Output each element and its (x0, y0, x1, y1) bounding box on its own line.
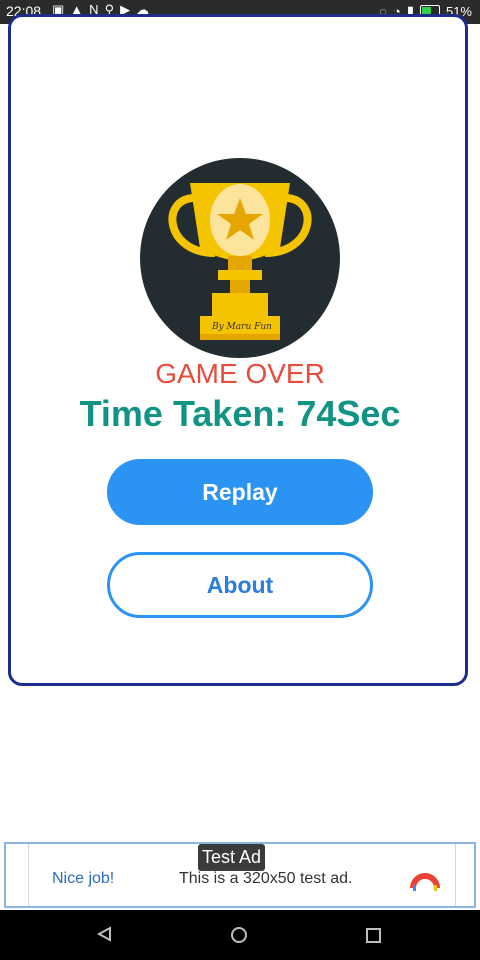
back-icon[interactable] (96, 926, 112, 942)
ad-description: This is a 320x50 test ad. (179, 870, 353, 887)
ad-nice-text: Nice job! (52, 870, 115, 887)
about-button[interactable]: About (107, 552, 373, 618)
replay-button-label: Replay (202, 478, 278, 505)
trophy-caption: By Maru Fun (212, 322, 272, 332)
about-button-label: About (206, 571, 274, 598)
navigation-bar (0, 910, 480, 960)
test-ad-badge: Test Ad (198, 844, 266, 871)
game-over-title: GAME OVER (155, 358, 325, 389)
recent-apps-icon[interactable] (366, 928, 381, 943)
ad-logo-icon (410, 873, 440, 891)
time-taken-label: Time Taken: 74Sec (79, 393, 401, 434)
trophy-icon: By Maru Fun (140, 158, 340, 358)
replay-button[interactable]: Replay (107, 459, 373, 525)
home-icon[interactable] (231, 927, 247, 943)
